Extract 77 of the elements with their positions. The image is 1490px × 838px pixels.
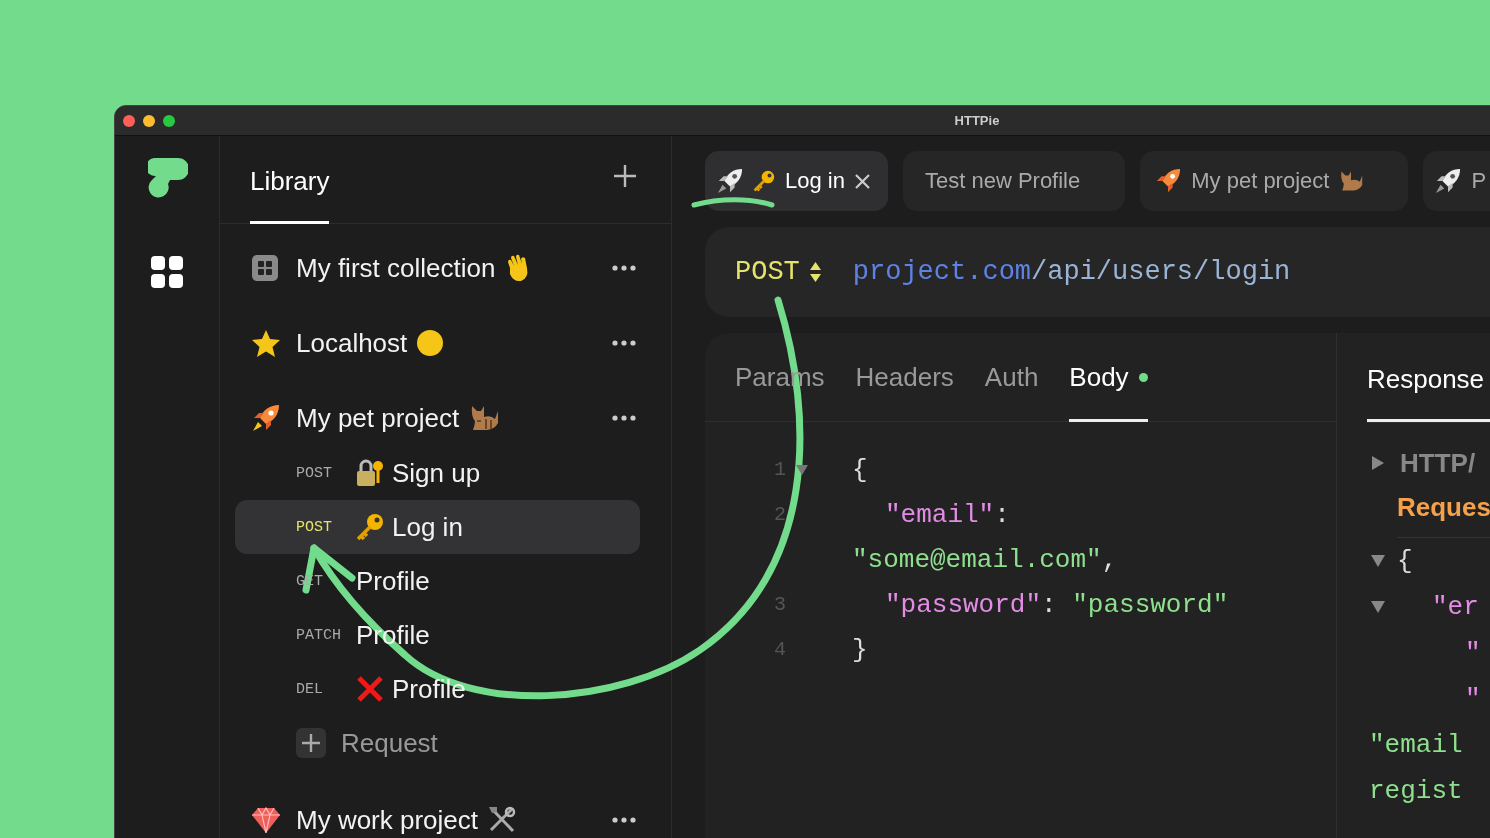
code-line: {: [852, 454, 868, 485]
collection-icon: [252, 255, 278, 281]
star-icon: [252, 329, 280, 357]
code-line: "some@email.com",: [852, 544, 1118, 575]
request-item[interactable]: POST Sign up: [235, 446, 640, 500]
request-tab[interactable]: My pet project: [1140, 151, 1409, 211]
request-tab[interactable]: Test new Profile: [902, 151, 1126, 211]
tools-icon: [488, 806, 517, 834]
grid-icon[interactable]: [151, 256, 183, 288]
panel-tab[interactable]: Auth: [984, 333, 1039, 422]
method-selector[interactable]: POST: [735, 257, 800, 287]
rocket-icon: [1435, 168, 1462, 194]
minimize-light[interactable]: [143, 114, 155, 127]
section-label: Reques: [1397, 491, 1490, 523]
request-tab[interactable]: P: [1423, 151, 1490, 211]
cross-icon: [356, 675, 384, 703]
code-line: {: [1397, 546, 1413, 576]
more-icon[interactable]: [612, 340, 636, 346]
collection-item[interactable]: Localhost: [235, 315, 656, 371]
fold-icon[interactable]: [1371, 555, 1385, 567]
request-name: Profile: [356, 565, 430, 597]
panel-tab[interactable]: Headers: [855, 333, 954, 422]
code-line: "email: [1369, 730, 1463, 760]
fold-icon[interactable]: [1371, 601, 1385, 613]
collection-name: My pet project: [296, 402, 460, 434]
zoom-light[interactable]: [163, 114, 175, 127]
code-line: "password": "password": [884, 589, 1229, 620]
more-icon[interactable]: [612, 817, 636, 823]
more-icon[interactable]: [612, 265, 636, 271]
collection-name: My work project: [296, 804, 479, 836]
panel-tab[interactable]: Body: [1069, 333, 1148, 422]
padlock-icon: [356, 459, 384, 487]
window-title: HTTPie: [954, 113, 1000, 128]
code-line: "er: [1431, 592, 1479, 622]
collection-name: My first collection: [296, 252, 496, 284]
request-name: Log in: [392, 511, 463, 543]
collection-item[interactable]: My work project: [235, 792, 656, 838]
response-tab[interactable]: Response: [1367, 333, 1490, 422]
collection-name: Localhost: [296, 327, 408, 359]
add-icon: [296, 728, 326, 758]
collection-item[interactable]: My first collection: [235, 240, 656, 296]
request-item[interactable]: DEL Profile: [235, 662, 640, 716]
code-line: }: [852, 634, 868, 665]
add-request-button[interactable]: Request: [296, 716, 656, 770]
url-field[interactable]: project.com/api/users/login: [852, 257, 1291, 287]
request-name: Profile: [392, 673, 466, 705]
rocket-icon: [252, 404, 280, 432]
close-light[interactable]: [123, 114, 135, 127]
status-line: HTTP/: [1400, 447, 1476, 479]
code-line: "email":: [884, 499, 1010, 530]
rocket-icon: [717, 168, 743, 194]
fold-icon[interactable]: [796, 464, 808, 475]
add-icon[interactable]: [613, 163, 637, 188]
sort-icon: [809, 262, 821, 282]
request-method: POST: [296, 518, 333, 536]
code-line: ": [1464, 684, 1481, 714]
library-tab[interactable]: Library: [250, 136, 330, 224]
more-icon[interactable]: [612, 415, 636, 421]
cat-icon: [1339, 170, 1364, 192]
url-bar[interactable]: POST project.com/api/users/login: [705, 227, 1490, 317]
code-line: ": [1464, 638, 1481, 668]
request-method: POST: [296, 464, 333, 482]
key-icon: [753, 170, 775, 192]
request-tab[interactable]: Log in: [705, 151, 888, 211]
request-item[interactable]: POST Log in: [235, 500, 640, 554]
close-icon[interactable]: [854, 173, 870, 189]
emoji-icon: [417, 330, 444, 356]
rocket-icon: [1155, 168, 1182, 194]
expand-icon[interactable]: [1372, 456, 1384, 470]
code-line: regist: [1369, 776, 1463, 806]
cat-icon: [469, 405, 500, 431]
key-icon: [356, 513, 384, 541]
collection-item[interactable]: My pet project: [235, 390, 656, 446]
request-name: Sign up: [392, 457, 481, 489]
request-method: DEL: [296, 680, 324, 698]
gem-icon: [252, 807, 280, 833]
request-method: PATCH: [296, 626, 342, 644]
